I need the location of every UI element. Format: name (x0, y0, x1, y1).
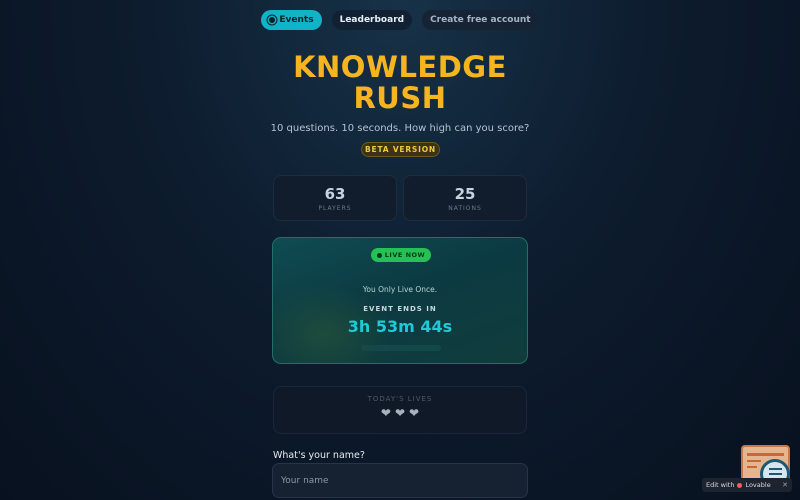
top-nav: Events Leaderboard Create free account (0, 10, 800, 30)
live-dot-icon (376, 252, 382, 258)
name-input[interactable] (272, 463, 528, 498)
radio-dot-icon (269, 17, 276, 23)
nav-events-button[interactable]: Events (261, 10, 322, 30)
heart-icon: ❤ (380, 406, 391, 420)
stat-players-card: 63 PLAYERS (273, 175, 397, 221)
lives-label: TODAY'S LIVES (367, 395, 433, 403)
heart-icon: ❤ (409, 406, 420, 420)
event-tagline: You Only Live Once. (362, 285, 438, 294)
heart-icon: ❤ (394, 406, 406, 420)
faded-decoration (361, 345, 441, 351)
nav-create-account-button[interactable]: Create free account (422, 10, 539, 30)
nav-events-label: Events (279, 15, 314, 25)
page-subtitle: 10 questions. 10 seconds. How high can y… (270, 123, 530, 134)
widget-bar (747, 453, 784, 456)
live-now-badge: LIVE NOW (371, 248, 431, 262)
lives-card: TODAY'S LIVES ❤ ❤ ❤ (273, 386, 527, 434)
edit-with-badge[interactable]: Edit with Lovable ✕ (702, 478, 792, 492)
edit-with-text: Edit with (706, 481, 735, 489)
lovable-logo-icon (737, 482, 743, 488)
widget-bar (747, 460, 761, 462)
edit-with-brand: Lovable (745, 481, 771, 489)
name-field-label: What's your name? (273, 450, 365, 461)
stat-players-label: PLAYERS (318, 205, 352, 212)
title-line-1: KNOWLEDGE (293, 50, 507, 84)
nav-leaderboard-button[interactable]: Leaderboard (331, 10, 413, 30)
stat-players-value: 63 (324, 185, 346, 203)
event-countdown: 3h 53m 44s (347, 317, 453, 336)
title-line-2: RUSH (353, 81, 447, 115)
event-ends-label: EVENT ENDS IN (363, 305, 437, 313)
close-icon[interactable]: ✕ (782, 481, 788, 489)
stat-nations-value: 25 (454, 185, 476, 203)
lives-hearts: ❤ ❤ ❤ (274, 406, 526, 420)
beta-badge: BETA VERSION (361, 142, 440, 157)
stat-nations-card: 25 NATIONS (403, 175, 527, 221)
page-title: KNOWLEDGE RUSH (0, 52, 800, 114)
stat-nations-label: NATIONS (448, 205, 482, 212)
widget-bar (747, 466, 757, 468)
live-event-card[interactable]: LIVE NOW You Only Live Once. EVENT ENDS … (272, 237, 528, 364)
live-now-label: LIVE NOW (384, 251, 426, 259)
